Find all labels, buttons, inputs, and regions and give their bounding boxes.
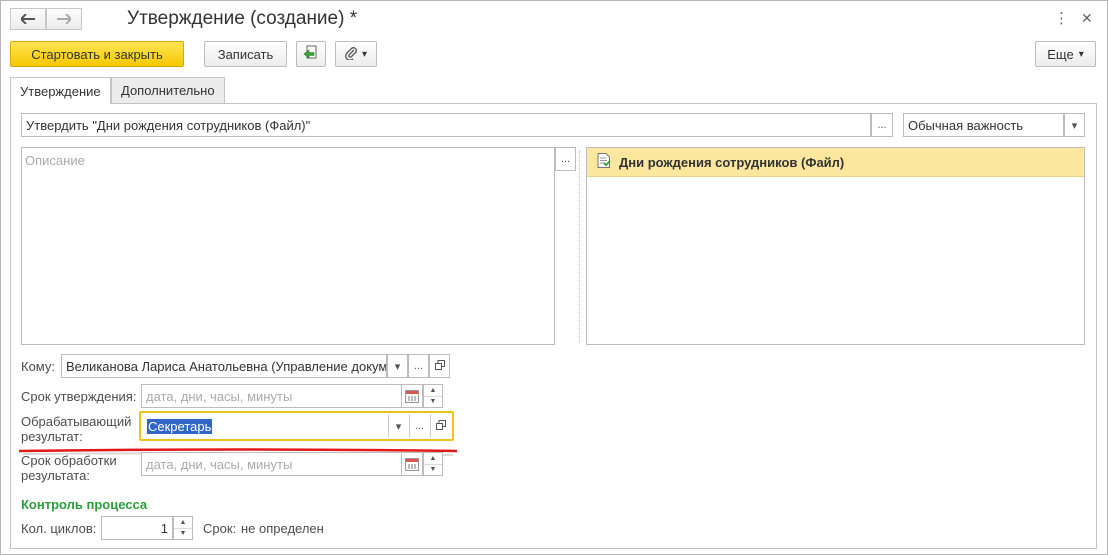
stepper-down-icon[interactable]: ▼ <box>174 527 192 540</box>
process-deadline-input[interactable]: дата, дни, часы, минуты <box>141 452 403 476</box>
term-value: не определен <box>241 521 324 536</box>
save-button[interactable]: Записать <box>204 41 287 67</box>
deadline-input[interactable]: дата, дни, часы, минуты <box>141 384 403 408</box>
splitter[interactable] <box>579 151 580 343</box>
form-window: Утверждение (создание) * ⋮ ✕ Стартовать … <box>0 0 1108 555</box>
more-label: Еще <box>1047 46 1074 62</box>
stepper-up-icon[interactable]: ▲ <box>424 453 442 464</box>
refresh-button[interactable] <box>296 41 326 67</box>
description-edit-button[interactable]: ... <box>555 147 576 171</box>
stepper-up-icon[interactable]: ▲ <box>174 517 192 528</box>
attachment-title: Дни рождения сотрудников (Файл) <box>619 154 845 170</box>
description-textarea[interactable]: Описание <box>21 147 555 345</box>
arrow-right-icon <box>57 11 73 27</box>
calendar-icon <box>405 389 419 403</box>
chevron-down-icon: ▾ <box>1078 48 1084 60</box>
process-deadline-stepper[interactable]: ▲ ▼ <box>423 452 443 476</box>
stepper-down-icon[interactable]: ▼ <box>424 395 442 408</box>
processor-field[interactable]: Секретарь <box>142 414 388 438</box>
deadline-calendar-button[interactable] <box>401 384 423 408</box>
calendar-icon <box>405 457 419 471</box>
attachment-row[interactable]: Дни рождения сотрудников (Файл) <box>587 148 1084 177</box>
process-deadline-label: Срок обработки результата: <box>21 453 117 483</box>
arrow-left-icon <box>19 11 35 27</box>
subject-field[interactable]: Утвердить "Дни рождения сотрудников (Фай… <box>21 113 871 137</box>
stepper-down-icon[interactable]: ▼ <box>424 463 442 476</box>
term-label: Срок: <box>203 521 237 536</box>
chevron-down-icon: ▾ <box>361 48 368 60</box>
processor-select-button[interactable]: ... <box>409 414 430 438</box>
kebab-menu-icon[interactable]: ⋮ <box>1054 9 1069 27</box>
description-placeholder: Описание <box>25 153 85 168</box>
forward-button[interactable] <box>46 8 82 30</box>
paperclip-icon <box>345 46 358 63</box>
processor-open-button[interactable] <box>430 414 451 438</box>
process-deadline-calendar-button[interactable] <box>401 452 423 476</box>
importance-dropdown-button[interactable]: ▾ <box>1064 113 1085 137</box>
importance-field[interactable]: Обычная важность <box>903 113 1064 137</box>
more-button[interactable]: Еще ▾ <box>1035 41 1096 67</box>
start-and-close-button[interactable]: Стартовать и закрыть <box>10 41 184 67</box>
deadline-label: Срок утверждения: <box>21 389 137 404</box>
close-icon[interactable]: ✕ <box>1081 10 1093 27</box>
attach-button[interactable]: ▾ <box>335 41 377 67</box>
deadline-stepper[interactable]: ▲ ▼ <box>423 384 443 408</box>
process-control-heading: Контроль процесса <box>21 497 148 512</box>
attachments-list: Дни рождения сотрудников (Файл) <box>586 147 1085 345</box>
document-icon <box>597 153 611 171</box>
tab-approval[interactable]: Утверждение <box>10 77 111 104</box>
processor-dropdown-button[interactable]: ▾ <box>388 414 409 438</box>
processor-label: Обрабатывающий результат: <box>21 414 132 444</box>
to-dropdown-button[interactable]: ▾ <box>387 354 408 378</box>
document-green-arrow-icon <box>303 45 319 64</box>
subject-select-button[interactable]: ... <box>871 113 893 137</box>
to-field[interactable]: Великанова Лариса Анатольевна (Управлени… <box>61 354 387 378</box>
open-window-icon <box>434 359 445 373</box>
tab-additional[interactable]: Дополнительно <box>111 77 225 103</box>
to-select-button[interactable]: ... <box>408 354 429 378</box>
open-window-icon <box>435 419 446 433</box>
cycles-label: Кол. циклов: <box>21 521 97 536</box>
cycles-stepper[interactable]: ▲ ▼ <box>173 516 193 540</box>
window-title: Утверждение (создание) * <box>127 8 358 29</box>
processor-selected-text: Секретарь <box>147 418 213 434</box>
to-label: Кому: <box>21 359 55 374</box>
back-button[interactable] <box>10 8 46 30</box>
cycles-input[interactable]: 1 <box>101 516 173 540</box>
stepper-up-icon[interactable]: ▲ <box>424 385 442 396</box>
to-open-button[interactable] <box>429 354 450 378</box>
